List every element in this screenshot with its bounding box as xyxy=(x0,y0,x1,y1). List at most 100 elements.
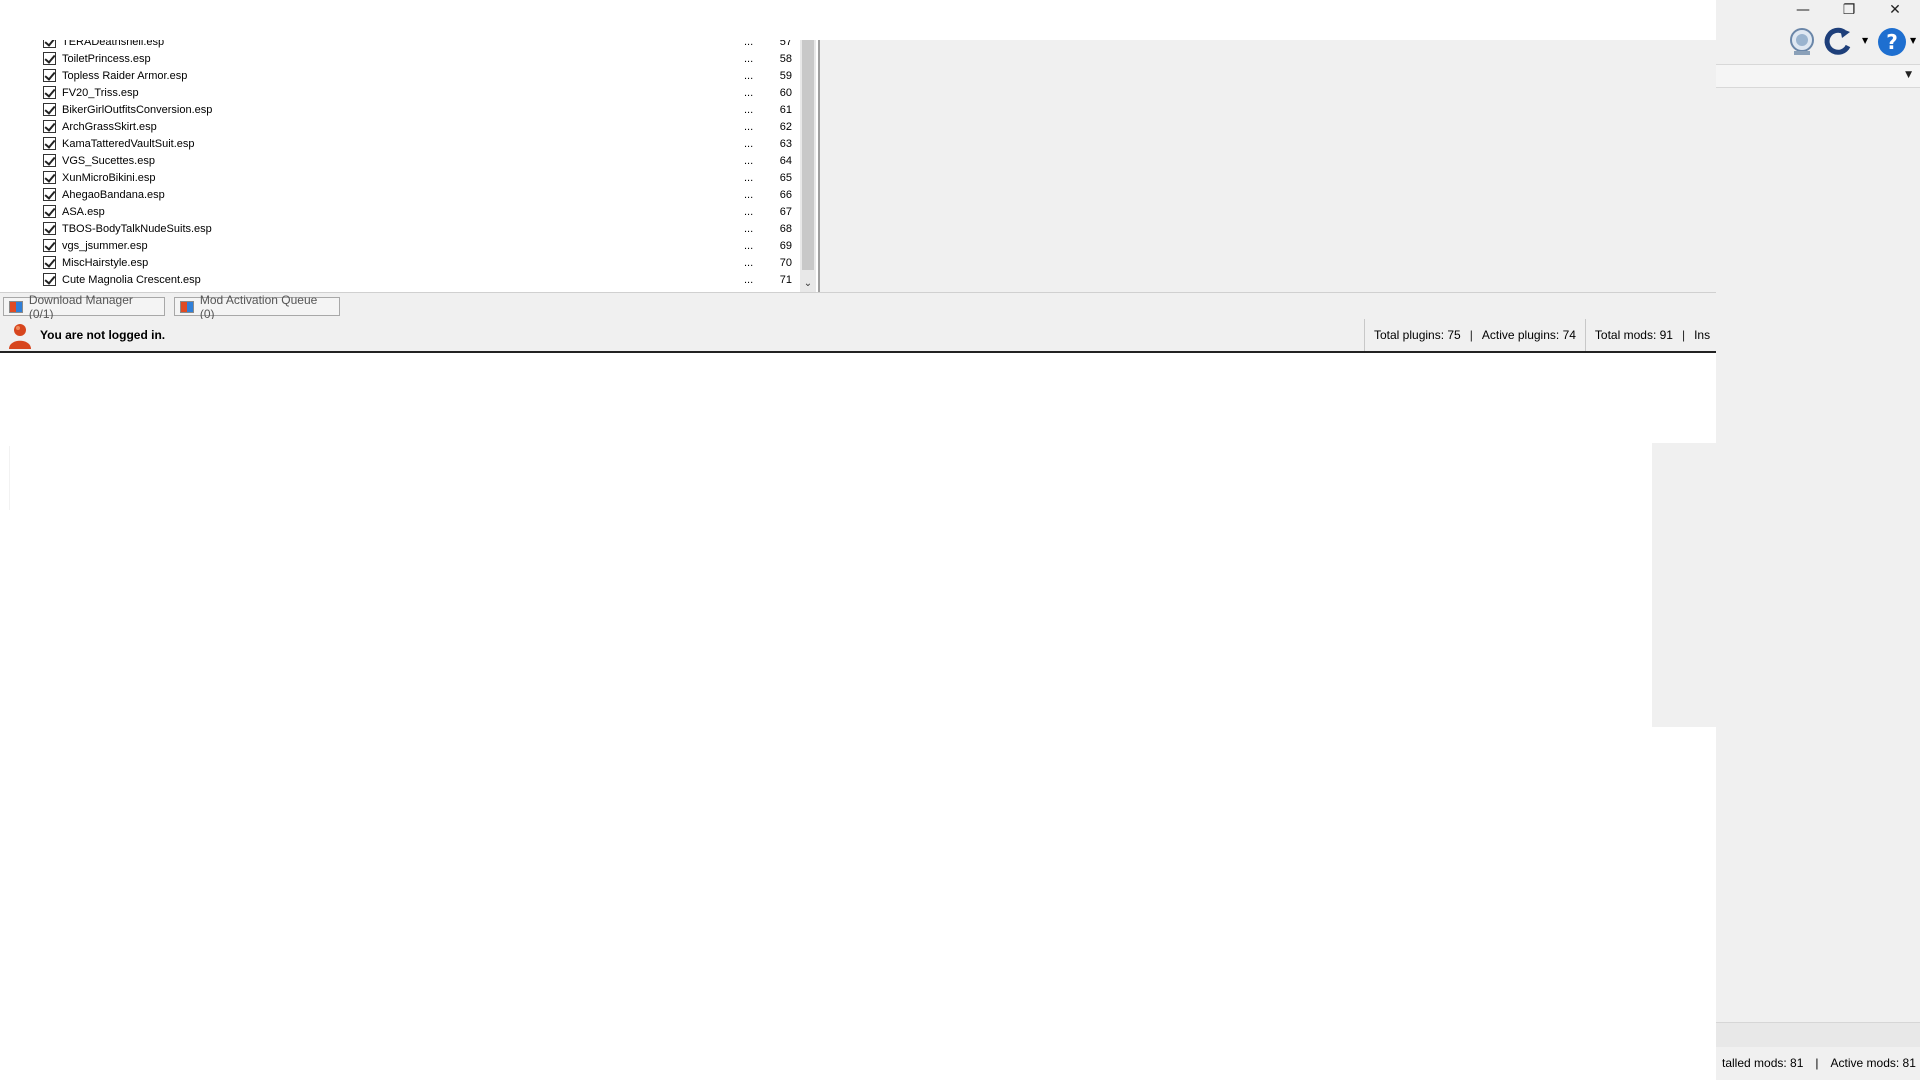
plugin-row[interactable]: BikerGirlOutfitsConversion.esp... 61 xyxy=(38,101,800,118)
tab-mod-activation-queue[interactable]: Mod Activation Queue (0) xyxy=(174,293,340,321)
plugin-info-ellipsis[interactable]: ... xyxy=(744,206,753,218)
installed-mods-cut: Ins xyxy=(1694,328,1711,342)
minimize-button[interactable]: — xyxy=(1780,0,1826,20)
help-dropdown-icon[interactable]: ▼ xyxy=(1910,36,1916,45)
restore-button[interactable]: ❐ xyxy=(1826,0,1872,20)
download-list-area xyxy=(0,353,1716,1021)
plugin-info-ellipsis[interactable]: ... xyxy=(744,87,753,99)
svg-text:?: ? xyxy=(1886,30,1898,54)
plugin-name: Topless Raider Armor.esp xyxy=(62,69,188,82)
status-bar: You are not logged in. Total plugins: 75… xyxy=(0,319,1716,353)
update-dropdown-icon[interactable]: ▼ xyxy=(1862,36,1868,45)
plugin-checkbox[interactable] xyxy=(43,120,56,133)
plugin-name: AhegaoBandana.esp xyxy=(62,188,165,201)
plugin-checkbox[interactable] xyxy=(43,239,56,252)
background-window: — ❐ ✕ ▼ ? ▼ ▼ talled mods: 81 | Active m… xyxy=(1716,0,1920,1080)
plugin-row[interactable]: ASA.esp... 67 xyxy=(38,203,800,220)
separator: | xyxy=(1815,1056,1819,1070)
plugin-row[interactable]: TERADeathshell.esp... 57 xyxy=(38,40,800,50)
plugin-row[interactable]: Topless Raider Armor.esp... 59 xyxy=(38,67,800,84)
plugin-name: Cute Magnolia Crescent.esp xyxy=(62,273,201,286)
plugin-row[interactable]: AhegaoBandana.esp... 66 xyxy=(38,186,800,203)
installed-mods: talled mods: 81 xyxy=(1722,1056,1804,1070)
active-mods: Active mods: 81 xyxy=(1830,1056,1916,1070)
plugin-row[interactable]: MiscHairstyle.esp... 70 xyxy=(38,254,800,271)
plugin-checkbox[interactable] xyxy=(43,52,56,65)
plugin-info-ellipsis[interactable]: ... xyxy=(744,172,753,184)
plugin-checkbox[interactable] xyxy=(43,188,56,201)
plugin-checkbox[interactable] xyxy=(43,171,56,184)
tab-label: Mod Activation Queue (0) xyxy=(199,292,318,321)
plugin-list-scrollbar[interactable]: ⌄ xyxy=(800,40,816,292)
plugin-row[interactable]: KamaTatteredVaultSuit.esp... 63 xyxy=(38,135,800,152)
plugin-load-index: 59 xyxy=(779,69,792,82)
plugin-info-ellipsis[interactable]: ... xyxy=(744,53,753,65)
plugin-load-index: 66 xyxy=(779,188,792,201)
plugin-info-ellipsis[interactable]: ... xyxy=(744,274,753,286)
plugin-info-ellipsis[interactable]: ... xyxy=(744,104,753,116)
plugin-load-index: 61 xyxy=(779,103,792,116)
plugin-checkbox[interactable] xyxy=(43,40,56,48)
plugin-load-index: 65 xyxy=(779,171,792,184)
plugin-name: ToiletPrincess.esp xyxy=(62,52,151,65)
plugin-info-ellipsis[interactable]: ... xyxy=(744,189,753,201)
plugin-row[interactable]: ToiletPrincess.esp... 58 xyxy=(38,50,800,67)
plugin-info-ellipsis[interactable]: ... xyxy=(744,138,753,150)
plugin-info-ellipsis[interactable]: ... xyxy=(744,240,753,252)
plugin-row[interactable]: VGS_Sucettes.esp... 64 xyxy=(38,152,800,169)
bottom-strip xyxy=(1716,1022,1920,1047)
plugin-info-ellipsis[interactable]: ... xyxy=(744,121,753,133)
plugin-checkbox[interactable] xyxy=(43,103,56,116)
plugin-info-ellipsis[interactable]: ... xyxy=(744,40,753,48)
plugin-checkbox[interactable] xyxy=(43,222,56,235)
edge-mark xyxy=(9,446,10,510)
plugin-name: KamaTatteredVaultSuit.esp xyxy=(62,137,195,150)
plugin-row[interactable]: XunMicroBikini.esp... 65 xyxy=(38,169,800,186)
help-icon[interactable]: ? xyxy=(1876,26,1908,58)
plugin-name: XunMicroBikini.esp xyxy=(62,171,156,184)
plugin-checkbox[interactable] xyxy=(43,137,56,150)
plugin-name: ArchGrassSkirt.esp xyxy=(62,120,157,133)
plugin-checkbox[interactable] xyxy=(43,273,56,286)
plugin-name: TERADeathshell.esp xyxy=(62,40,165,48)
plugin-row[interactable]: Cute Magnolia Crescent.esp... 71 xyxy=(38,271,800,288)
plugin-checkbox[interactable] xyxy=(43,154,56,167)
plugin-row[interactable]: TBOS-BodyTalkNudeSuits.esp... 68 xyxy=(38,220,800,237)
manage-games-icon[interactable] xyxy=(1786,26,1818,58)
plugin-info-ellipsis[interactable]: ... xyxy=(744,70,753,82)
total-mods: Total mods: 91 xyxy=(1594,328,1673,342)
close-button[interactable]: ✕ xyxy=(1872,0,1918,20)
plugin-list-panel: TERADeathshell.esp... 57 ToiletPrincess.es… xyxy=(0,40,820,292)
plugin-name: TBOS-BodyTalkNudeSuits.esp xyxy=(62,222,212,235)
chevron-down-icon[interactable]: ▼ xyxy=(1905,70,1912,80)
plugin-load-index: 64 xyxy=(779,154,792,167)
plugin-checkbox[interactable] xyxy=(43,205,56,218)
plugin-row[interactable]: vgs_jsummer.esp... 69 xyxy=(38,237,800,254)
plugin-name: VGS_Sucettes.esp xyxy=(62,154,155,167)
scroll-down-button[interactable]: ⌄ xyxy=(800,274,816,292)
scrollbar-thumb[interactable] xyxy=(802,40,814,270)
plugin-checkbox[interactable] xyxy=(43,86,56,99)
plugin-info-ellipsis[interactable]: ... xyxy=(744,223,753,235)
plugin-mod-stats: Total plugins: 75 | Active plugins: 74 T… xyxy=(1364,319,1719,351)
plugin-info-ellipsis[interactable]: ... xyxy=(744,257,753,269)
plugin-info-ellipsis[interactable]: ... xyxy=(744,155,753,167)
user-icon[interactable] xyxy=(8,323,32,349)
login-status[interactable]: You are not logged in. xyxy=(40,328,165,342)
bottom-tabs-bar: Download Manager (0/1) Mod Activation Qu… xyxy=(0,292,1716,321)
tab-label: Download Manager (0/1) xyxy=(28,292,133,321)
mod-manager-window: TERADeathshell.esp... 57 ToiletPrincess.es… xyxy=(0,0,1716,1080)
plugin-name: vgs_jsummer.esp xyxy=(62,239,148,252)
tab-download-manager[interactable]: Download Manager (0/1) xyxy=(3,293,165,321)
plugin-load-index: 62 xyxy=(779,120,792,133)
activation-queue-icon xyxy=(180,300,194,313)
profile-combo[interactable]: ▼ xyxy=(1716,64,1920,88)
plugin-load-index: 57 xyxy=(779,40,792,48)
plugin-row[interactable]: FV20_Triss.esp... 60 xyxy=(38,84,800,101)
update-icon[interactable] xyxy=(1822,26,1854,58)
plugin-checkbox[interactable] xyxy=(43,256,56,269)
total-plugins: Total plugins: 75 xyxy=(1374,328,1461,342)
plugin-checkbox[interactable] xyxy=(43,69,56,82)
active-plugins: Active plugins: 74 xyxy=(1481,328,1576,342)
plugin-row[interactable]: ArchGrassSkirt.esp... 62 xyxy=(38,118,800,135)
